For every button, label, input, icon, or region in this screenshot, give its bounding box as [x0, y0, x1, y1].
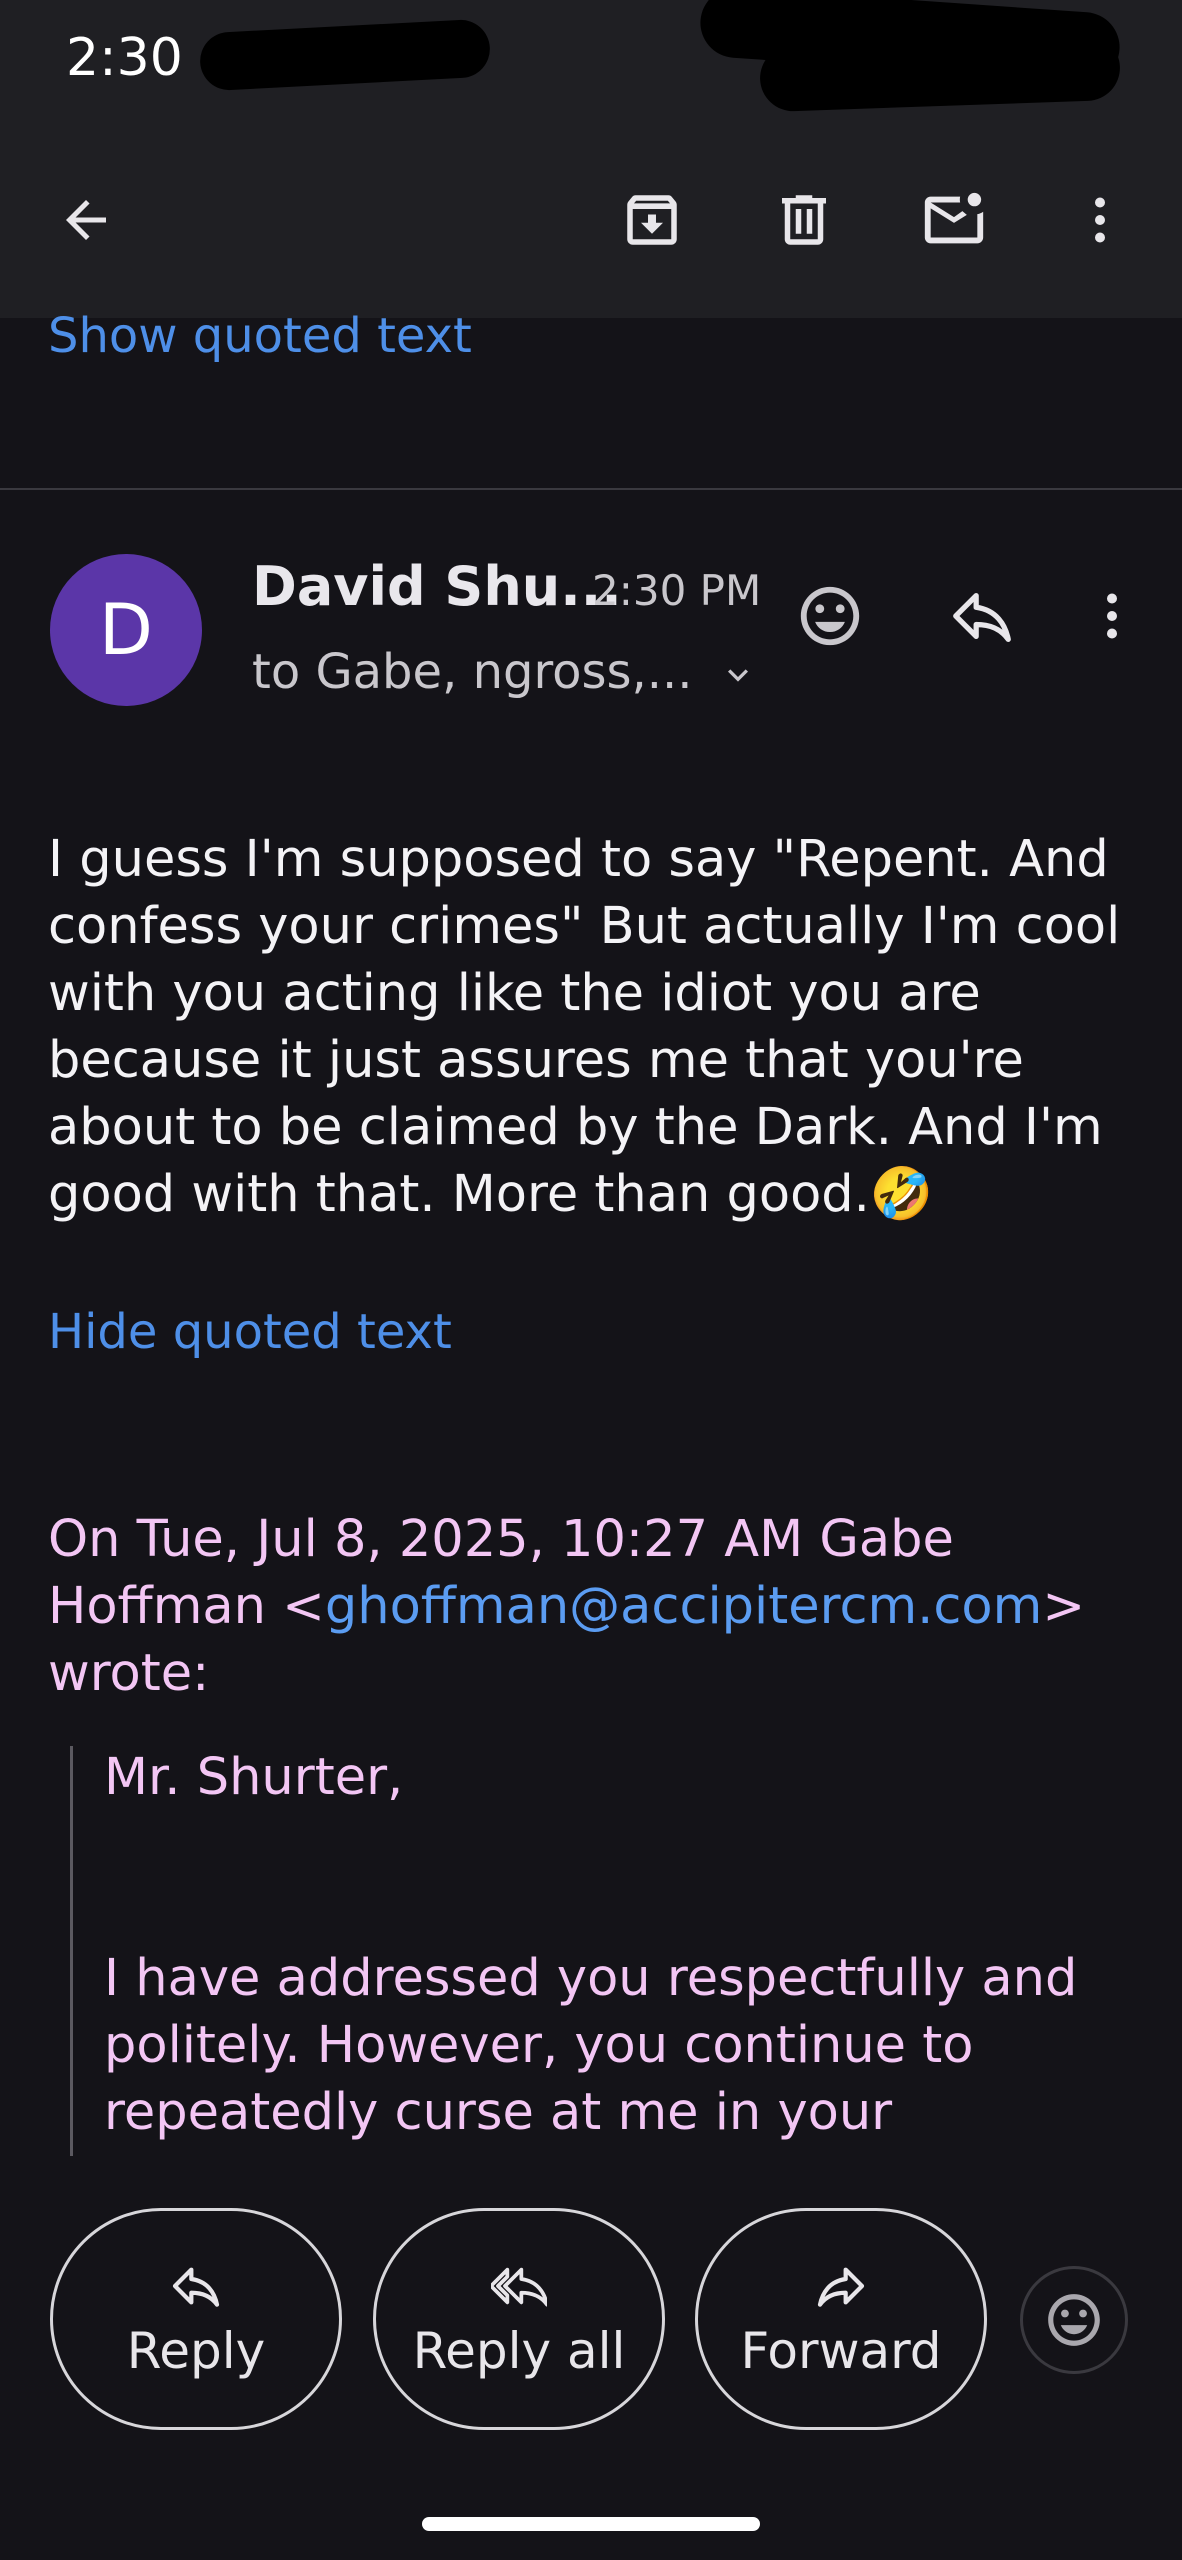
react-button[interactable]: [1020, 2266, 1128, 2374]
quoted-message: Mr. Shurter, I have addressed you respec…: [104, 1744, 1104, 2146]
back-button[interactable]: [46, 180, 126, 260]
quote-salutation: Mr. Shurter,: [104, 1748, 404, 1807]
recipients-toggle[interactable]: to Gabe, ngross,...: [252, 644, 758, 700]
quote-header: On Tue, Jul 8, 2025, 10:27 AM Gabe Hoffm…: [48, 1506, 1138, 1707]
more-options-button[interactable]: [1060, 180, 1140, 260]
mark-unread-icon: [924, 192, 984, 244]
sender-name[interactable]: David Shu...: [252, 555, 622, 618]
add-reaction-button[interactable]: [790, 576, 870, 656]
message-body: I guess I'm supposed to say "Repent. And…: [48, 826, 1138, 1228]
reply-all-icon: [491, 2267, 547, 2307]
home-indicator[interactable]: [422, 2517, 760, 2531]
quote-email-link[interactable]: ghoffman@accipitercm.com: [325, 1577, 1042, 1636]
quote-bar: [70, 1746, 73, 2156]
more-vert-icon: [1095, 197, 1105, 243]
reply-icon: [172, 2267, 220, 2307]
reply-all-button[interactable]: Reply all: [373, 2208, 665, 2430]
hide-quoted-text-link[interactable]: Hide quoted text: [48, 1304, 452, 1360]
archive-icon: [627, 195, 677, 245]
avatar[interactable]: D: [50, 554, 202, 706]
mark-unread-button[interactable]: [914, 180, 994, 260]
show-quoted-text-link[interactable]: Show quoted text: [48, 308, 472, 364]
forward-icon: [817, 2267, 865, 2307]
emoji-icon: [800, 586, 860, 646]
arrow-left-icon: [66, 200, 106, 240]
delete-button[interactable]: [764, 180, 844, 260]
emoji-icon: [1048, 2294, 1100, 2346]
message-time: 2:30 PM: [592, 566, 762, 615]
reply-button[interactable]: Reply: [50, 2208, 342, 2430]
message-body-text: I guess I'm supposed to say "Repent. And…: [48, 830, 1121, 1224]
status-time: 2:30: [66, 28, 183, 88]
archive-button[interactable]: [612, 180, 692, 260]
forward-button[interactable]: Forward: [695, 2208, 987, 2430]
reply-icon: [953, 592, 1011, 642]
trash-icon: [782, 195, 826, 245]
recipients-text: to Gabe, ngross,...: [252, 644, 693, 700]
chevron-down-icon: [727, 669, 748, 682]
quote-body-text: I have addressed you respectfully and po…: [104, 1949, 1078, 2142]
forward-label: Forward: [740, 2322, 942, 2380]
reply-all-label: Reply all: [412, 2322, 626, 2380]
message-divider: [0, 488, 1182, 490]
more-vert-icon: [1107, 593, 1117, 639]
redaction-bar: [758, 33, 1122, 113]
reply-icon-button[interactable]: [942, 576, 1022, 656]
laughing-emoji: 🤣: [869, 1165, 934, 1224]
message-more-button[interactable]: [1072, 576, 1152, 656]
reply-label: Reply: [126, 2322, 266, 2380]
